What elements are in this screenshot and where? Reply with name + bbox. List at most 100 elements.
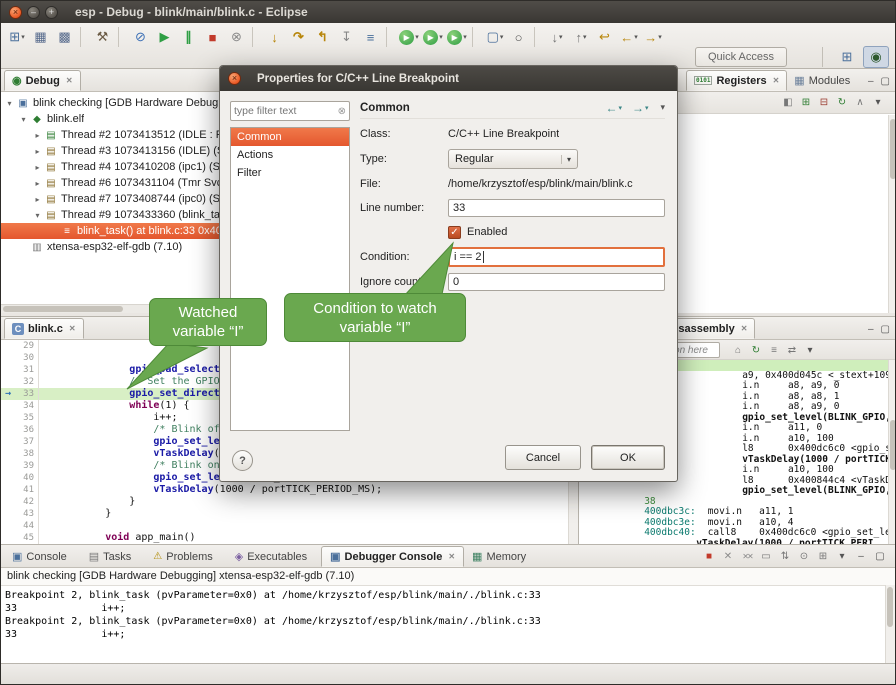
forward-menu-icon[interactable]: ▾	[645, 104, 649, 112]
tab-console[interactable]: ▣ Console	[4, 546, 81, 567]
tab-problems[interactable]: ⚠ Problems	[145, 546, 226, 567]
view-menu-icon[interactable]: ▾	[869, 95, 887, 111]
line-number[interactable]: 39	[15, 460, 39, 472]
collapse-all-icon[interactable]: ∧	[851, 95, 869, 111]
new-wizard-icon[interactable]: ⊞▾	[5, 26, 29, 48]
close-tab-icon[interactable]: ✕	[448, 552, 455, 561]
line-number[interactable]: 34	[15, 400, 39, 412]
enabled-checkbox[interactable]: ✓	[448, 226, 461, 239]
toolbar-separator[interactable]	[252, 27, 260, 47]
minimize-icon[interactable]: –	[852, 548, 870, 564]
debug-icon[interactable]: ▶▾	[397, 26, 421, 48]
show-source-icon[interactable]: ≡	[765, 342, 783, 358]
back-menu-icon[interactable]: ▾	[618, 104, 622, 112]
dialog-close-button[interactable]: ×	[228, 72, 241, 85]
ok-button[interactable]: OK	[591, 445, 665, 470]
code-line[interactable]: 43 void app_main()	[1, 508, 568, 520]
minimize-icon[interactable]: –	[868, 324, 874, 335]
suspend-icon[interactable]: ∥	[177, 26, 201, 48]
quick-access-button[interactable]: Quick Access	[695, 47, 787, 67]
tab-tasks[interactable]: ▤ Tasks	[81, 546, 146, 567]
instruction-pointer-icon[interactable]	[1, 340, 15, 352]
type-select[interactable]: Regular ▾	[448, 149, 578, 169]
clear-console-icon[interactable]: ▭	[757, 548, 775, 564]
instruction-pointer-icon[interactable]	[1, 472, 15, 484]
tree-twisty-icon[interactable]: ▸	[31, 131, 44, 140]
instruction-pointer-icon[interactable]	[1, 496, 15, 508]
instruction-pointer-icon[interactable]: →	[1, 388, 15, 400]
minimize-icon[interactable]: –	[868, 76, 874, 87]
code-line[interactable]: 44 {	[1, 520, 568, 532]
help-button[interactable]: ?	[232, 450, 253, 471]
back-icon[interactable]: ←	[605, 101, 617, 115]
close-tab-icon[interactable]: ✕	[66, 76, 73, 85]
instruction-stepping-icon[interactable]: ≡	[359, 26, 383, 48]
tree-twisty-icon[interactable]: ▸	[31, 179, 44, 188]
toolbar-separator[interactable]	[118, 27, 126, 47]
disconnect-icon[interactable]: ⊗	[225, 26, 249, 48]
scrollbar-thumb[interactable]	[890, 420, 896, 470]
condition-input[interactable]: i == 2	[448, 247, 665, 267]
scrollbar-thumb[interactable]	[887, 587, 893, 627]
instruction-pointer-icon[interactable]	[1, 436, 15, 448]
save-all-icon[interactable]: ▩	[53, 26, 77, 48]
tab-modules[interactable]: ▦ Modules	[787, 70, 863, 91]
step-return-icon[interactable]: ↰	[311, 26, 335, 48]
line-number[interactable]: 40	[15, 472, 39, 484]
forward-icon[interactable]: →▾	[641, 26, 665, 48]
maximize-icon[interactable]: ▢	[881, 76, 890, 87]
drop-to-frame-icon[interactable]: ↧	[335, 26, 359, 48]
tree-twisty-icon[interactable]: ▾	[3, 99, 16, 108]
terminate-icon[interactable]: ■	[201, 26, 225, 48]
line-number[interactable]: 32	[15, 376, 39, 388]
back-icon[interactable]: ←▾	[617, 26, 641, 48]
instruction-pointer-icon[interactable]	[1, 400, 15, 412]
step-into-icon[interactable]: ↓	[263, 26, 287, 48]
tab-blink-c[interactable]: C blink.c ✕	[4, 318, 84, 339]
scrollbar-thumb[interactable]	[890, 119, 896, 179]
line-number[interactable]: 29	[15, 340, 39, 352]
ignore-count-input[interactable]	[448, 273, 665, 291]
tree-twisty-icon[interactable]: ▸	[31, 147, 44, 156]
open-console-icon[interactable]: ⊞	[814, 548, 832, 564]
maximize-icon[interactable]: ▢	[881, 324, 890, 335]
instruction-pointer-icon[interactable]	[1, 460, 15, 472]
code-line[interactable]: 45 xTaskCreate(&blink_task, "blink_task"…	[1, 532, 568, 544]
refresh-icon[interactable]: ↻	[833, 95, 851, 111]
window-close-button[interactable]: ×	[9, 6, 22, 19]
forward-icon[interactable]: →	[632, 101, 644, 115]
run-icon[interactable]: ▶▾	[421, 26, 445, 48]
skip-breakpoints-icon[interactable]: ⊘	[129, 26, 153, 48]
layout-icon[interactable]: ◧	[779, 95, 797, 111]
instruction-pointer-icon[interactable]	[1, 508, 15, 520]
dialog-nav-actions[interactable]: Actions	[231, 146, 349, 164]
tab-debug[interactable]: ◉ Debug ✕	[4, 70, 81, 91]
line-number[interactable]: 36	[15, 424, 39, 436]
close-tab-icon[interactable]: ✕	[69, 324, 76, 333]
close-tab-icon[interactable]: ✕	[773, 76, 780, 85]
window-maximize-button[interactable]: +	[45, 6, 58, 19]
terminate-icon[interactable]: ■	[700, 548, 718, 564]
instruction-pointer-icon[interactable]	[1, 520, 15, 532]
refresh-icon[interactable]: ↻	[747, 342, 765, 358]
close-tab-icon[interactable]: ✕	[741, 324, 748, 333]
new-file-icon[interactable]: ▢▾	[483, 26, 507, 48]
tree-twisty-icon[interactable]: ▾	[17, 115, 30, 124]
instruction-pointer-icon[interactable]	[1, 484, 15, 496]
instruction-pointer-icon[interactable]	[1, 376, 15, 388]
toolbar-separator[interactable]	[472, 27, 480, 47]
line-number[interactable]: 33	[15, 388, 39, 400]
prev-annotation-icon[interactable]: ↑▾	[569, 26, 593, 48]
dialog-nav-filter[interactable]: Filter	[231, 164, 349, 182]
view-menu-icon[interactable]: ▾	[833, 548, 851, 564]
resume-icon[interactable]: ▶	[153, 26, 177, 48]
line-number[interactable]: 41	[15, 484, 39, 496]
remove-launch-icon[interactable]: ✕	[719, 548, 737, 564]
instruction-pointer-icon[interactable]	[1, 412, 15, 424]
line-number-input[interactable]	[448, 199, 665, 217]
instruction-pointer-icon[interactable]	[1, 532, 15, 544]
home-icon[interactable]: ⌂	[729, 342, 747, 358]
next-annotation-icon[interactable]: ↓▾	[545, 26, 569, 48]
build-icon[interactable]: ⚒	[91, 26, 115, 48]
clear-filter-icon[interactable]: ⊗	[338, 106, 346, 117]
